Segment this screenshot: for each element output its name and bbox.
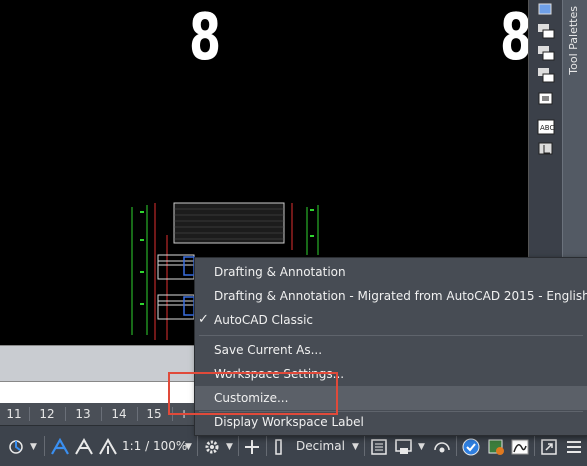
block-icon[interactable] — [536, 90, 556, 108]
layers-icon[interactable] — [536, 66, 556, 84]
lock-chevron-down-icon[interactable]: ▼ — [418, 435, 425, 459]
layout-tab-13[interactable]: 13 — [68, 403, 98, 425]
hamburger-menu-icon[interactable] — [565, 438, 583, 456]
menu-item-label: Drafting & Annotation — [214, 265, 346, 279]
annotation-scale-value[interactable]: 1:1 / 100% — [122, 434, 187, 458]
plus-icon[interactable] — [243, 438, 261, 456]
highlight-box — [168, 372, 338, 415]
ucs-icon[interactable] — [6, 438, 26, 456]
units-value[interactable]: Decimal — [296, 434, 345, 458]
text-style-icon[interactable]: ABC — [536, 118, 556, 136]
auto-scale-icon[interactable] — [74, 438, 94, 456]
tool-palettes-title: Tool Palettes — [567, 6, 580, 75]
layout-tab-12[interactable]: 12 — [32, 403, 62, 425]
canvas-number-right: 8 — [500, 2, 528, 74]
checkmark-icon: ✓ — [198, 312, 209, 327]
layers-icon[interactable] — [536, 22, 556, 40]
gear-icon[interactable] — [203, 438, 221, 456]
menu-item-autocad-classic[interactable]: ✓ AutoCAD Classic — [195, 308, 587, 332]
layout-tab-15[interactable]: 15 — [140, 403, 168, 425]
menu-item-save-current-as[interactable]: Save Current As... — [195, 338, 587, 362]
dimension-style-icon[interactable] — [536, 140, 556, 158]
fullscreen-icon[interactable] — [540, 438, 558, 456]
ucs-chevron-down-icon[interactable]: ▼ — [30, 435, 37, 459]
units-icon[interactable] — [272, 438, 286, 456]
layers-icon[interactable] — [536, 44, 556, 62]
isolate-objects-icon[interactable] — [432, 438, 452, 456]
clean-screen-icon[interactable] — [486, 437, 506, 457]
layout-tab-14[interactable]: 14 — [104, 403, 134, 425]
canvas-number-left: 8 — [189, 1, 222, 75]
menu-separator — [199, 335, 583, 336]
menu-item-label: AutoCAD Classic — [214, 313, 314, 327]
menu-item-label: Drafting & Annotation - Migrated from Au… — [214, 289, 587, 303]
units-chevron-down-icon[interactable]: ▼ — [352, 435, 359, 459]
annotation-scale-icon[interactable] — [98, 438, 118, 456]
lock-ui-icon[interactable] — [394, 438, 414, 456]
menu-item-label: Save Current As... — [214, 343, 323, 357]
performance-graph-icon[interactable] — [510, 437, 530, 457]
palette-tool-icon[interactable] — [536, 2, 556, 20]
workspace-chevron-down-icon[interactable]: ▼ — [226, 435, 233, 459]
svg-text:ABC: ABC — [540, 124, 554, 132]
menu-item-drafting-annotation-migrated[interactable]: Drafting & Annotation - Migrated from Au… — [195, 284, 587, 308]
quick-properties-icon[interactable] — [370, 438, 388, 456]
layout-tab-11[interactable]: 11 — [2, 403, 26, 425]
annotation-visibility-icon[interactable] — [50, 438, 70, 456]
menu-item-drafting-annotation[interactable]: Drafting & Annotation — [195, 260, 587, 284]
scale-chevron-down-icon[interactable]: ▼ — [185, 435, 192, 459]
hardware-acceleration-icon[interactable] — [461, 437, 481, 457]
